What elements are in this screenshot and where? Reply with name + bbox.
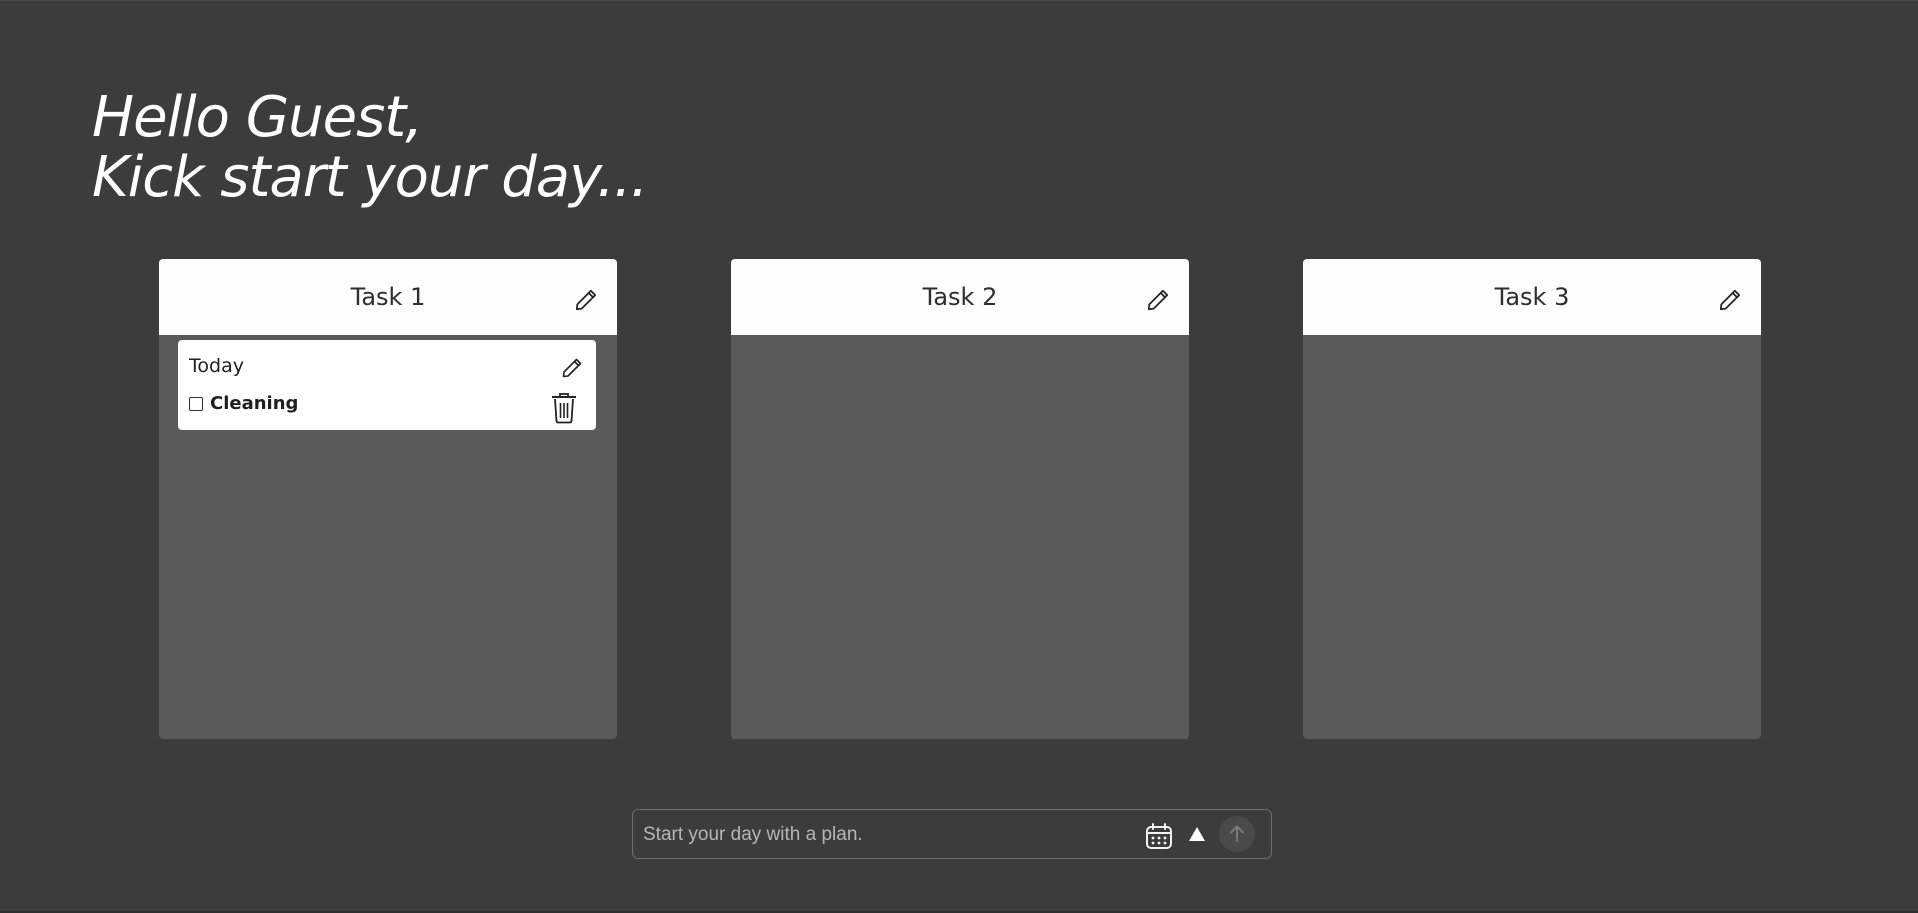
task-checkbox[interactable]	[189, 396, 203, 411]
task-card-title: Today	[189, 355, 244, 377]
pencil-icon[interactable]	[1717, 287, 1743, 313]
pencil-icon[interactable]	[1145, 287, 1171, 313]
task-board-1: Task 1 Today Cleaning	[159, 259, 617, 739]
arrow-up-icon	[1230, 825, 1244, 842]
calendar-icon[interactable]	[1145, 822, 1173, 850]
send-button[interactable]	[1219, 816, 1255, 852]
task-card: Today Cleaning	[178, 340, 596, 430]
task-composer	[632, 809, 1272, 859]
pencil-icon[interactable]	[560, 356, 584, 380]
greeting-line-2: Kick start your day...	[92, 145, 648, 210]
trash-icon[interactable]	[550, 392, 578, 424]
window-top-edge	[0, 0, 1918, 1]
pencil-icon[interactable]	[573, 287, 599, 313]
task-board-header: Task 2	[731, 259, 1189, 335]
task-item: Cleaning	[189, 393, 298, 414]
task-board-title: Task 2	[922, 283, 998, 311]
triangle-up-icon[interactable]	[1188, 826, 1206, 842]
greeting: Hello Guest, Kick start your day...	[92, 85, 648, 210]
task-board-header: Task 1	[159, 259, 617, 335]
greeting-line-1: Hello Guest,	[92, 85, 423, 150]
task-label: Cleaning	[210, 393, 299, 414]
task-board-3: Task 3	[1303, 259, 1761, 739]
plan-input[interactable]	[641, 818, 1115, 852]
task-board-header: Task 3	[1303, 259, 1761, 335]
task-board-title: Task 1	[350, 283, 426, 311]
task-board-title: Task 3	[1494, 283, 1570, 311]
task-board-2: Task 2	[731, 259, 1189, 739]
